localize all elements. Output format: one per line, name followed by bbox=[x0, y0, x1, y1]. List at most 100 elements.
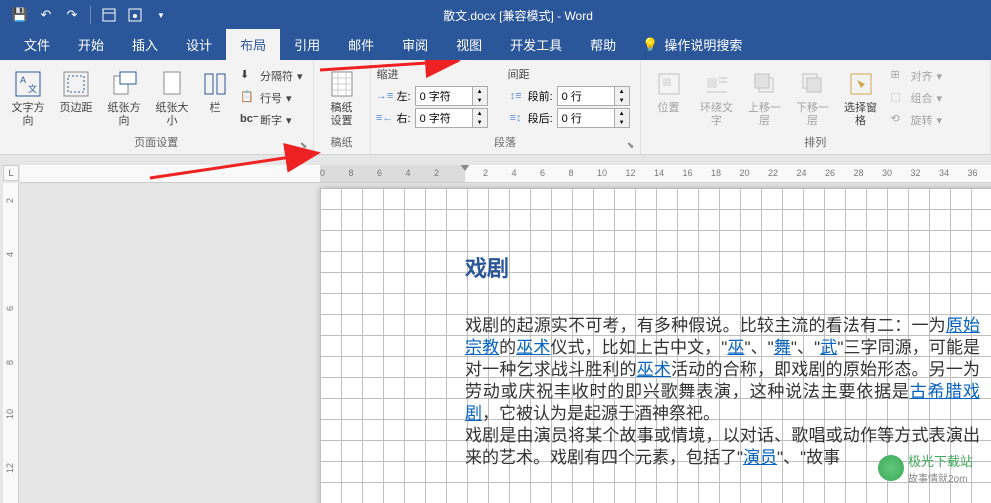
bring-forward-icon bbox=[749, 68, 781, 100]
window-title: 散文.docx [兼容模式] - Word bbox=[173, 7, 863, 24]
indent-left-label: 左: bbox=[397, 88, 411, 104]
bring-forward-button: 上移一层 bbox=[743, 66, 787, 130]
save-button[interactable]: 💾 bbox=[8, 3, 32, 27]
link-wushu2[interactable]: 巫术 bbox=[637, 360, 671, 379]
group-arrange: 位置 环绕文 字 上移一层 下移一层 选择窗格 ⊞对齐 ▾ ⬚组合 ▾ ⟲旋 bbox=[641, 60, 991, 154]
breaks-icon: ⬇ bbox=[240, 68, 256, 84]
group-objects-button: ⬚组合 ▾ bbox=[887, 88, 947, 108]
link-wushu1[interactable]: 巫术 bbox=[516, 338, 550, 357]
document-content[interactable]: 戏剧 戏剧的起源实不可考，有多种假说。比较主流的看法有二：一为原始宗教的巫术仪式… bbox=[465, 258, 980, 469]
manuscript-settings-button[interactable]: 稿纸 设置 bbox=[320, 66, 364, 130]
watermark-icon bbox=[878, 455, 904, 481]
group-paragraph-label: 段落 bbox=[377, 132, 634, 152]
tab-home[interactable]: 开始 bbox=[64, 29, 118, 60]
size-icon bbox=[156, 68, 188, 100]
qat-customize-button[interactable]: ▼ bbox=[149, 3, 173, 27]
send-backward-button: 下移一层 bbox=[791, 66, 835, 130]
tab-insert[interactable]: 插入 bbox=[118, 29, 172, 60]
tell-me-label: 操作说明搜索 bbox=[664, 35, 742, 54]
paragraph-launcher[interactable]: ⬊ bbox=[624, 138, 638, 152]
tell-me-search[interactable]: 💡 操作说明搜索 bbox=[630, 29, 754, 60]
undo-button[interactable]: ↶ bbox=[34, 3, 58, 27]
redo-button[interactable]: ↷ bbox=[60, 3, 84, 27]
spacing-before-label: 段前: bbox=[528, 88, 553, 104]
tab-developer[interactable]: 开发工具 bbox=[496, 29, 576, 60]
position-icon bbox=[653, 68, 685, 100]
group-page-setup-label: 页面设置 bbox=[6, 132, 307, 152]
spacing-after-down[interactable]: ▼ bbox=[615, 118, 629, 127]
group-manuscript-label: 稿纸 bbox=[320, 132, 364, 152]
link-dance[interactable]: 舞 bbox=[774, 338, 791, 357]
columns-button[interactable]: 栏 bbox=[198, 66, 232, 117]
send-backward-icon bbox=[797, 68, 829, 100]
wrap-text-icon bbox=[701, 68, 733, 100]
align-icon: ⊞ bbox=[891, 68, 907, 84]
breaks-button[interactable]: ⬇分隔符 ▾ bbox=[236, 66, 307, 86]
line-numbers-icon: 📋 bbox=[240, 90, 256, 106]
spacing-before-down[interactable]: ▼ bbox=[615, 96, 629, 105]
margins-icon bbox=[60, 68, 92, 100]
horizontal-ruler[interactable]: 0864224681012141618202224262830323436 bbox=[20, 165, 991, 183]
group-arrange-label: 排列 bbox=[647, 132, 984, 152]
vertical-ruler[interactable]: 24681012 bbox=[3, 183, 19, 503]
spacing-before-icon: ↕≡ bbox=[508, 88, 524, 104]
wrap-text-button: 环绕文 字 bbox=[695, 66, 739, 130]
line-numbers-button[interactable]: 📋行号 ▾ bbox=[236, 88, 307, 108]
spacing-header: 间距 bbox=[508, 66, 630, 82]
tab-mailings[interactable]: 邮件 bbox=[334, 29, 388, 60]
indent-left-input[interactable]: ▲▼ bbox=[415, 86, 488, 106]
spacing-after-input[interactable]: ▲▼ bbox=[557, 108, 630, 128]
indent-right-icon: ≡← bbox=[377, 110, 393, 126]
columns-icon bbox=[199, 68, 231, 100]
watermark: 极光下载站 故事情就2om bbox=[878, 451, 973, 485]
indent-right-down[interactable]: ▼ bbox=[473, 118, 487, 127]
size-button[interactable]: 纸张大小 bbox=[150, 66, 194, 130]
tab-design[interactable]: 设计 bbox=[172, 29, 226, 60]
text-direction-icon: A文 bbox=[12, 68, 44, 100]
selection-pane-icon bbox=[845, 68, 877, 100]
link-actor[interactable]: 演员 bbox=[743, 448, 777, 467]
tab-help[interactable]: 帮助 bbox=[576, 29, 630, 60]
page-setup-launcher[interactable]: ⬊ bbox=[297, 138, 311, 152]
spacing-after-up[interactable]: ▲ bbox=[615, 109, 629, 118]
indent-left-icon: →≡ bbox=[377, 88, 393, 104]
indent-right-input[interactable]: ▲▼ bbox=[415, 108, 488, 128]
indent-header: 缩进 bbox=[377, 66, 488, 82]
document-body: 戏剧的起源实不可考，有多种假说。比较主流的看法有二：一为原始宗教的巫术仪式，比如… bbox=[465, 315, 980, 469]
tab-review[interactable]: 审阅 bbox=[388, 29, 442, 60]
align-button: ⊞对齐 ▾ bbox=[887, 66, 947, 86]
orientation-icon bbox=[108, 68, 140, 100]
document-title: 戏剧 bbox=[465, 258, 980, 280]
orientation-button[interactable]: 纸张方向 bbox=[102, 66, 146, 130]
indent-left-down[interactable]: ▼ bbox=[473, 96, 487, 105]
spacing-before-up[interactable]: ▲ bbox=[615, 87, 629, 96]
indent-right-up[interactable]: ▲ bbox=[473, 109, 487, 118]
group-icon: ⬚ bbox=[891, 90, 907, 106]
spacing-after-label: 段后: bbox=[528, 110, 553, 126]
tab-layout[interactable]: 布局 bbox=[226, 29, 280, 60]
tab-file[interactable]: 文件 bbox=[10, 29, 64, 60]
ruler-corner[interactable]: L bbox=[3, 165, 19, 181]
link-wu[interactable]: 巫 bbox=[727, 338, 744, 357]
tab-references[interactable]: 引用 bbox=[280, 29, 334, 60]
spacing-before-input[interactable]: ▲▼ bbox=[557, 86, 630, 106]
tab-view[interactable]: 视图 bbox=[442, 29, 496, 60]
manuscript-icon bbox=[326, 68, 358, 100]
hyphenation-button[interactable]: bc⁻断字 ▾ bbox=[236, 110, 307, 130]
qat-button-2[interactable] bbox=[123, 3, 147, 27]
svg-text:A: A bbox=[20, 75, 26, 85]
qat-button-1[interactable] bbox=[97, 3, 121, 27]
quick-access-toolbar: 💾 ↶ ↷ ▼ bbox=[8, 3, 173, 27]
link-martial[interactable]: 武 bbox=[820, 338, 837, 357]
spacing-after-icon: ≡↕ bbox=[508, 110, 524, 126]
rotate-icon: ⟲ bbox=[891, 112, 907, 128]
indent-left-up[interactable]: ▲ bbox=[473, 87, 487, 96]
document-area[interactable]: 戏剧 戏剧的起源实不可考，有多种假说。比较主流的看法有二：一为原始宗教的巫术仪式… bbox=[20, 183, 991, 503]
margins-button[interactable]: 页边距 bbox=[54, 66, 98, 117]
selection-pane-button[interactable]: 选择窗格 bbox=[839, 66, 883, 130]
group-manuscript: 稿纸 设置 稿纸 bbox=[314, 60, 371, 154]
text-direction-button[interactable]: A文 文字方向 bbox=[6, 66, 50, 130]
indent-right-label: 右: bbox=[397, 110, 411, 126]
hyphenation-icon: bc⁻ bbox=[240, 112, 256, 128]
ribbon-tabs: 文件 开始 插入 设计 布局 引用 邮件 审阅 视图 开发工具 帮助 💡 操作说… bbox=[0, 30, 991, 60]
